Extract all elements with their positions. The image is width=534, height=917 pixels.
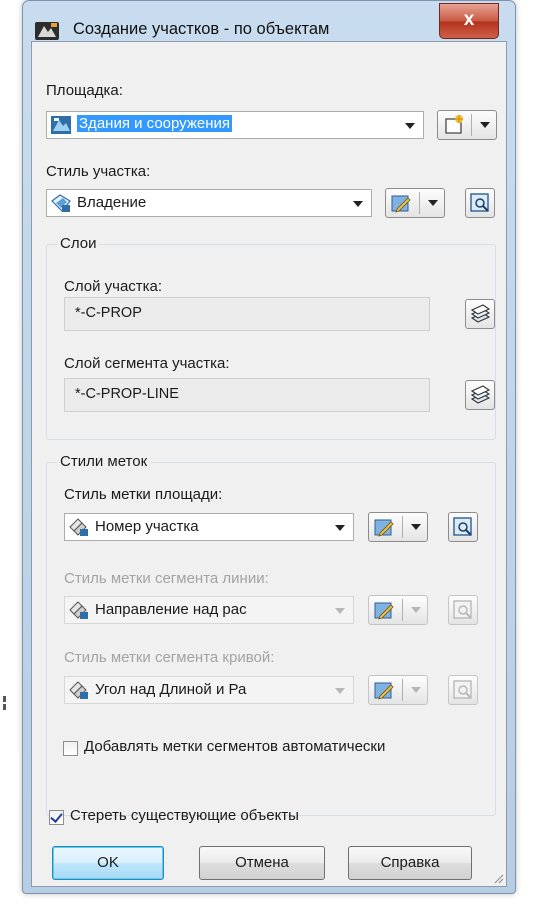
site-icon <box>51 116 71 134</box>
parcel-layer-field: *-C-PROP <box>64 297 430 331</box>
chevron-down-icon <box>335 688 345 694</box>
button-separator <box>419 192 420 214</box>
create-site-button[interactable] <box>437 110 497 140</box>
button-separator <box>402 679 403 701</box>
chevron-down-icon <box>335 608 345 614</box>
parcel-style-icon <box>51 194 71 212</box>
chevron-down-icon <box>335 525 345 531</box>
line-label-style-value: Направление над рас <box>95 601 247 618</box>
edit-curve-label-style-button[interactable] <box>368 675 428 705</box>
chevron-down-icon <box>411 687 421 693</box>
auto-add-labels-checkbox[interactable] <box>63 741 78 756</box>
chevron-down-icon <box>480 122 490 128</box>
background-mark <box>3 696 6 710</box>
label-style-icon <box>69 681 88 699</box>
edit-style-icon <box>374 602 394 620</box>
label-styles-group-label: Стили меток <box>57 453 151 470</box>
chevron-down-icon <box>353 201 363 207</box>
dialog-title: Создание участков - по объектам <box>73 20 330 38</box>
app-icon <box>35 22 59 40</box>
area-label-style-label: Стиль метки площади: <box>64 486 223 503</box>
edit-style-icon <box>374 519 394 537</box>
auto-add-labels-label[interactable]: Добавлять метки сегментов автоматически <box>84 738 385 755</box>
line-label-style-label: Стиль метки сегмента линии: <box>64 570 269 587</box>
button-separator <box>402 599 403 621</box>
help-button[interactable]: Справка <box>348 846 472 880</box>
segment-layer-value: *-C-PROP-LINE <box>75 386 179 402</box>
parcel-style-label: Стиль участка: <box>46 163 151 180</box>
preview-icon <box>453 600 472 619</box>
layers-icon <box>470 385 491 404</box>
layers-group-label: Слои <box>57 235 100 252</box>
area-label-style-value: Номер участка <box>95 518 199 535</box>
site-value: Здания и сооружения <box>77 115 233 132</box>
parcel-layer-value: *-C-PROP <box>75 305 142 321</box>
parcel-layer-label: Слой участка: <box>64 278 163 295</box>
preview-icon <box>453 680 472 699</box>
preview-parcel-style-button[interactable] <box>465 188 495 218</box>
erase-existing-label[interactable]: Стереть существующие объекты <box>70 807 299 824</box>
preview-icon <box>453 517 472 536</box>
button-separator <box>471 114 472 136</box>
edit-line-label-style-button[interactable] <box>368 595 428 625</box>
preview-curve-label-style-button[interactable] <box>448 675 478 705</box>
label-style-icon <box>69 518 88 536</box>
close-icon: x <box>463 9 475 30</box>
edit-area-label-style-button[interactable] <box>368 512 428 542</box>
close-button[interactable]: x <box>439 3 499 39</box>
parcel-style-combobox[interactable]: Владение <box>46 189 372 217</box>
parcel-layer-select-button[interactable] <box>465 299 495 329</box>
button-separator <box>402 516 403 538</box>
site-label: Площадка: <box>46 82 123 99</box>
curve-label-style-combobox[interactable]: Угол над Длиной и Ра <box>64 676 354 704</box>
chevron-down-icon <box>428 200 438 206</box>
edit-style-icon <box>391 195 411 213</box>
preview-icon <box>470 193 489 212</box>
dialog-body: Площадка: Здания и сооружения Стиль учас… <box>31 41 507 887</box>
site-combobox[interactable]: Здания и сооружения <box>46 111 424 139</box>
edit-style-icon <box>374 682 394 700</box>
parcel-style-value: Владение <box>77 194 147 211</box>
label-style-icon <box>69 601 88 619</box>
preview-area-label-style-button[interactable] <box>448 512 478 542</box>
area-label-style-combobox[interactable]: Номер участка <box>64 513 354 541</box>
new-site-icon <box>445 115 463 134</box>
chevron-down-icon <box>405 123 415 129</box>
erase-existing-checkbox[interactable] <box>49 810 64 825</box>
cancel-button[interactable]: Отмена <box>199 846 325 880</box>
segment-layer-label: Слой сегмента участка: <box>64 355 230 372</box>
ok-button[interactable]: OK <box>52 846 164 880</box>
chevron-down-icon <box>411 607 421 613</box>
segment-layer-field: *-C-PROP-LINE <box>64 378 430 412</box>
layers-icon <box>470 304 491 323</box>
edit-parcel-style-button[interactable] <box>385 188 445 218</box>
curve-label-style-value: Угол над Длиной и Ра <box>95 681 247 698</box>
resize-grip-icon[interactable] <box>492 872 504 884</box>
segment-layer-select-button[interactable] <box>465 380 495 410</box>
dialog-window: Создание участков - по объектам x Площад… <box>22 0 516 894</box>
curve-label-style-label: Стиль метки сегмента кривой: <box>64 649 275 666</box>
line-label-style-combobox[interactable]: Направление над рас <box>64 596 354 624</box>
chevron-down-icon <box>411 524 421 530</box>
preview-line-label-style-button[interactable] <box>448 595 478 625</box>
